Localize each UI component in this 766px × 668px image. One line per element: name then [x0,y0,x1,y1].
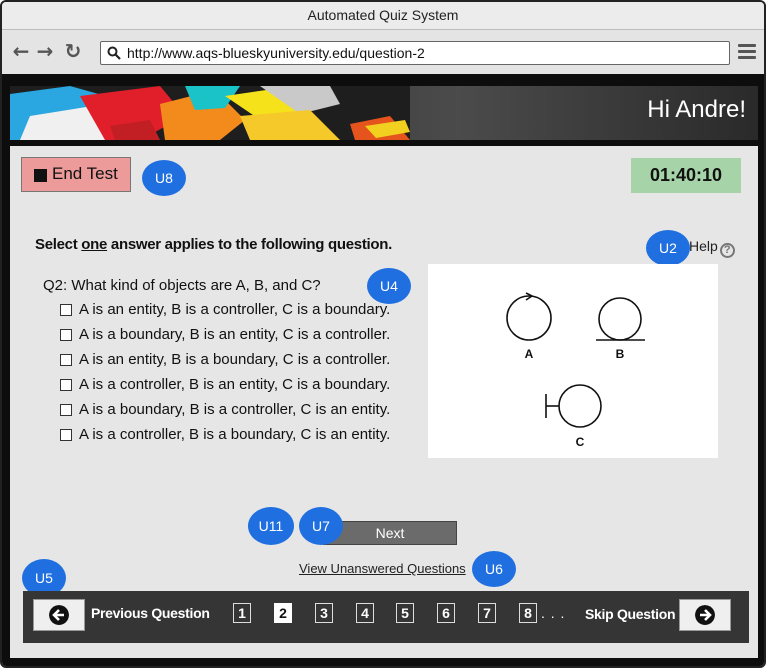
answer-checkbox[interactable] [60,354,72,366]
next-button[interactable]: Next [323,521,457,545]
answer-checkbox[interactable] [60,429,72,441]
answer-label: A is a boundary, B is an entity, C is a … [79,326,391,343]
page-number-7[interactable]: 7 [478,603,496,623]
uml-symbols: A B C [506,292,645,449]
diagram-label-a: A [525,347,534,361]
address-bar[interactable]: http://www.aqs-blueskyuniversity.edu/que… [100,41,730,65]
answer-checkbox[interactable] [60,329,72,341]
browser-window: Automated Quiz System ← → ↻ http://www.a… [0,0,766,668]
back-arrow-icon[interactable]: ← [10,40,32,62]
answer-label: A is a controller, B is an entity, C is … [79,376,391,393]
previous-question-label: Previous Question [91,605,210,621]
countdown-timer: 01:40:10 [631,158,741,193]
greeting-text: Hi Andre! [647,96,746,123]
header-banner: Hi Andre! [10,86,758,140]
answer-list: A is an entity, B is a controller, C is … [60,299,390,449]
colorful-blocks-image [10,86,410,140]
question-text: Q2: What kind of objects are A, B, and C… [43,277,321,294]
answer-label: A is an entity, B is a controller, C is … [79,301,391,318]
page-number-2-current[interactable]: 2 [274,603,292,623]
answer-label: A is a controller, B is a boundary, C is… [79,426,391,443]
forward-arrow-icon[interactable]: → [34,40,56,62]
page-number-4[interactable]: 4 [356,603,374,623]
annotation-badge-u7: U7 [299,507,343,545]
answer-option[interactable]: A is a boundary, B is a controller, C is… [60,399,390,424]
instructions-suffix: answer applies to the following question… [107,236,392,253]
circle-arrow-left-icon [49,605,69,625]
page-number-5[interactable]: 5 [396,603,414,623]
question-navigation-bar: Previous Question 1 2 3 4 5 6 7 8 . . . … [23,591,749,643]
diagram-label-c: C [576,435,585,449]
answer-option[interactable]: A is a controller, B is a boundary, C is… [60,424,390,449]
page-number-1[interactable]: 1 [233,603,251,623]
hamburger-menu-icon[interactable] [738,44,756,60]
window-title: Automated Quiz System [2,2,764,30]
pagination-ellipsis: . . . [541,605,566,621]
answer-option[interactable]: A is an entity, B is a controller, C is … [60,299,390,324]
controller-symbol-a [506,292,552,341]
url-text: http://www.aqs-blueskyuniversity.edu/que… [127,45,425,61]
answer-label: A is an entity, B is a boundary, C is a … [79,351,391,368]
entity-symbol-b [596,297,645,341]
help-label: Help [689,238,718,254]
answer-option[interactable]: A is a controller, B is an entity, C is … [60,374,390,399]
answer-checkbox[interactable] [60,404,72,416]
help-link[interactable]: Help? [689,238,735,258]
uml-diagram: A B C [428,264,718,458]
boundary-symbol-c [545,384,602,428]
page-number-3[interactable]: 3 [315,603,333,623]
instructions-emphasis: one [81,236,108,253]
diagram-label-b: B [616,347,625,361]
answer-checkbox[interactable] [60,379,72,391]
circle-arrow-right-icon [695,605,715,625]
question-instructions: Select one answer applies to the followi… [35,236,392,253]
end-test-label: End Test [52,164,118,183]
help-circle-icon: ? [719,243,735,258]
instructions-prefix: Select [35,236,82,253]
reload-icon[interactable]: ↻ [62,40,84,62]
page-number-6[interactable]: 6 [437,603,455,623]
quiz-panel: End Test U8 01:40:10 Select one answer a… [10,146,758,658]
page-number-8[interactable]: 8 [519,603,537,623]
search-icon [107,46,121,60]
answer-label: A is a boundary, B is a controller, C is… [79,401,391,418]
previous-question-button[interactable] [33,599,85,631]
annotation-badge-u11: U11 [248,507,294,545]
end-test-button[interactable]: End Test [21,157,131,192]
answer-checkbox[interactable] [60,304,72,316]
skip-question-button[interactable] [679,599,731,631]
browser-toolbar: ← → ↻ http://www.aqs-blueskyuniversity.e… [2,30,764,74]
annotation-badge-u2: U2 [646,230,690,266]
annotation-badge-u8: U8 [142,160,186,196]
answer-option[interactable]: A is a boundary, B is an entity, C is a … [60,324,390,349]
annotation-badge-u6: U6 [472,551,516,587]
stop-square-icon [34,169,47,182]
skip-question-label: Skip Question [585,606,676,622]
view-unanswered-link[interactable]: View Unanswered Questions [299,561,466,576]
page-content: Hi Andre! End Test U8 01:40:10 Select on… [2,74,764,666]
answer-option[interactable]: A is an entity, B is a boundary, C is a … [60,349,390,374]
